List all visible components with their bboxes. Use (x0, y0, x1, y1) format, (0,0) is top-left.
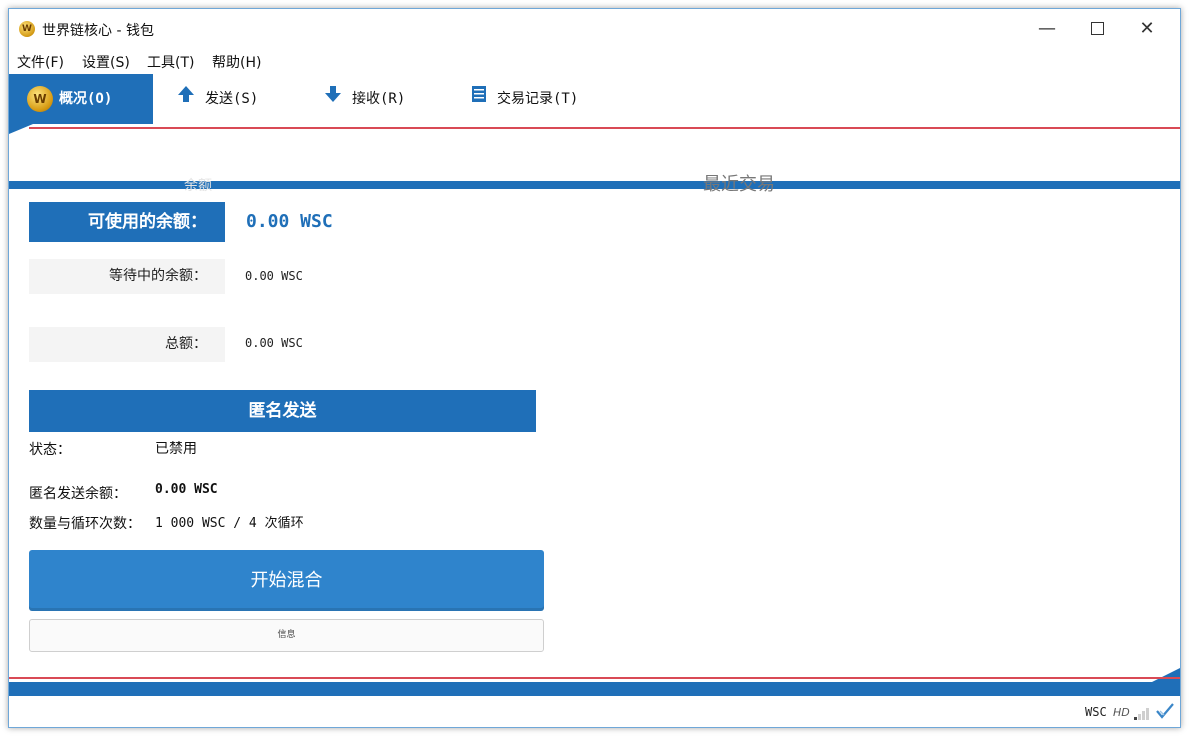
maximize-button[interactable] (1072, 9, 1122, 49)
arrow-up-icon (177, 74, 195, 124)
footer-corner-accent (1152, 668, 1180, 682)
tab-overview[interactable]: W 概况(O) (9, 74, 153, 124)
network-signal-icon[interactable] (1133, 705, 1153, 720)
tab-receive-label: 接收(R) (352, 91, 406, 107)
tab-overview-label: 概况(O) (59, 91, 113, 107)
footer-red-line (9, 677, 1180, 679)
hd-wallet-icon: HD (1113, 706, 1130, 719)
header-red-line (29, 127, 1180, 129)
available-balance-value: 0.00 WSC (246, 211, 333, 232)
menu-settings[interactable]: 设置(S) (82, 52, 130, 72)
tab-send[interactable]: 发送(S) (177, 74, 258, 124)
available-balance-label: 可使用的余额： (29, 202, 225, 242)
tab-transactions-label: 交易记录(T) (497, 91, 579, 107)
app-logo-icon: W (19, 21, 35, 37)
recent-transactions-title: 最近交易 (703, 174, 775, 195)
tab-transactions[interactable]: 交易记录(T) (471, 74, 578, 124)
list-icon (471, 74, 487, 124)
status-bar: WSC HD (9, 697, 1180, 727)
anon-status-label: 状态： (29, 442, 71, 458)
tab-bar: W 概况(O) 发送(S) 接收(R) 交易记录(T) (9, 74, 1180, 189)
arrow-down-icon (324, 74, 342, 124)
total-balance-value: 0.00 WSC (245, 336, 303, 350)
unit-selector[interactable]: WSC (1085, 705, 1107, 719)
wallet-window: W 世界链核心 - 钱包 — ✕ 文件(F) 设置(S) 工具(T) 帮助(H)… (8, 8, 1181, 728)
close-button[interactable]: ✕ (1122, 9, 1172, 49)
total-balance-label: 总额： (29, 327, 225, 362)
pending-balance-label: 等待中的余额： (29, 259, 225, 294)
tab-receive[interactable]: 接收(R) (324, 74, 405, 124)
anon-rounds-label: 数量与循环次数： (29, 516, 141, 532)
pending-balance-value: 0.00 WSC (245, 269, 303, 283)
footer-blue-strip (9, 682, 1180, 696)
tab-send-label: 发送(S) (205, 91, 259, 107)
synced-check-icon[interactable] (1155, 702, 1175, 720)
menu-file[interactable]: 文件(F) (17, 52, 64, 72)
window-title: 世界链核心 - 钱包 (42, 23, 154, 39)
anon-rounds-value: 1 000 WSC / 4 次循环 (155, 516, 304, 531)
minimize-button[interactable]: — (1022, 9, 1072, 49)
anon-status-value: 已禁用 (155, 441, 197, 457)
anon-balance-value: 0.00 WSC (155, 482, 218, 497)
anonymous-send-header: 匿名发送 (29, 390, 536, 432)
anon-balance-label: 匿名发送余额： (29, 486, 127, 502)
menu-tools[interactable]: 工具(T) (147, 52, 194, 72)
menu-bar: 文件(F) 设置(S) 工具(T) 帮助(H) (9, 49, 1180, 73)
maximize-icon (1090, 22, 1104, 35)
info-button[interactable]: 信息 (29, 619, 544, 652)
menu-help[interactable]: 帮助(H) (212, 52, 261, 72)
coin-logo-icon: W (27, 86, 53, 112)
balance-section-title: 余额 (184, 178, 212, 194)
start-mixing-button[interactable]: 开始混合 (29, 550, 544, 611)
title-bar: W 世界链核心 - 钱包 — ✕ (9, 9, 1180, 49)
overview-page: 余额 最近交易 可使用的余额： 0.00 WSC 等待中的余额： 0.00 WS… (9, 132, 1180, 677)
